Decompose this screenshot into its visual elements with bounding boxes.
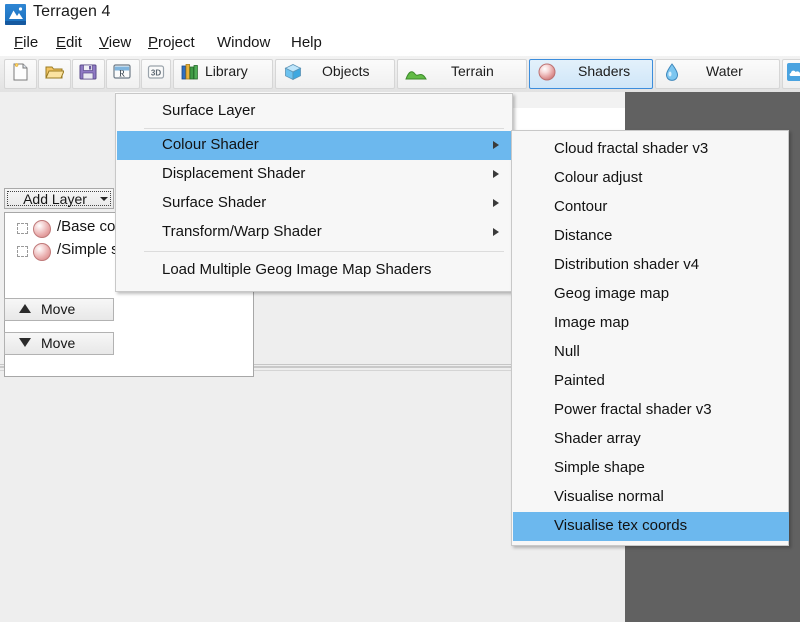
- arrow-down-icon: [19, 338, 31, 347]
- library-books-icon: [180, 62, 200, 87]
- menubar-item-help[interactable]: Help: [285, 33, 328, 53]
- terragen-mountain-icon: [5, 4, 26, 25]
- menu-item-label: Distribution shader v4: [554, 256, 700, 273]
- menubar-item-window[interactable]: Window: [211, 33, 276, 53]
- water-button-label: Water: [706, 63, 743, 79]
- menu-separator: [144, 251, 504, 252]
- menu-item-colour-shader[interactable]: Colour Shader: [117, 131, 513, 160]
- menu-item-power-fractal-shader-v3[interactable]: Power fractal shader v3: [513, 396, 789, 425]
- menu-item-simple-shape[interactable]: Simple shape: [513, 454, 789, 483]
- open-folder-icon: [44, 62, 65, 87]
- cube-icon: [283, 62, 303, 87]
- chevron-right-icon: [493, 199, 499, 207]
- render-r-icon: R: [112, 62, 133, 87]
- main-toolbar: R 3D Library Objects Terrain Shaders Wat…: [0, 56, 800, 93]
- chevron-right-icon: [493, 141, 499, 149]
- menu-item-label: Power fractal shader v3: [554, 401, 712, 418]
- menu-item-geog-image-map[interactable]: Geog image map: [513, 280, 789, 309]
- move-down-label: Move: [41, 335, 76, 351]
- menu-item-transform-warp-shader[interactable]: Transform/Warp Shader: [117, 218, 513, 247]
- menu-item-label: Colour adjust: [554, 169, 643, 186]
- menu-item-label: Transform/Warp Shader: [162, 223, 322, 240]
- sphere-icon: [537, 62, 557, 87]
- colour-shader-submenu: Cloud fractal shader v3 Colour adjust Co…: [511, 130, 789, 546]
- shaders-button-label: Shaders: [578, 63, 631, 79]
- menu-item-shader-array[interactable]: Shader array: [513, 425, 789, 454]
- menu-item-label: Colour Shader: [162, 136, 259, 153]
- library-button-label: Library: [205, 63, 248, 79]
- chevron-right-icon: [493, 170, 499, 178]
- floppy-save-icon: [78, 62, 98, 87]
- menu-item-label: Surface Shader: [162, 194, 267, 211]
- terrain-hill-icon: [405, 67, 427, 86]
- layer-checkbox[interactable]: [17, 223, 28, 234]
- menu-item-colour-adjust[interactable]: Colour adjust: [513, 164, 789, 193]
- menubar-item-view[interactable]: View: [93, 33, 137, 53]
- menu-item-label: Displacement Shader: [162, 165, 306, 182]
- menu-bar: File Edit View Project Window Help: [0, 29, 800, 56]
- menu-item-displacement-shader[interactable]: Displacement Shader: [117, 160, 513, 189]
- menu-item-cloud-fractal-shader-v3[interactable]: Cloud fractal shader v3: [513, 135, 789, 164]
- add-layer-button[interactable]: Add Layer: [4, 188, 114, 209]
- shader-layer-panel: /Base colours /Simple shape shader 01 Ad…: [0, 92, 254, 377]
- chevron-right-icon: [493, 228, 499, 236]
- menu-item-surface-layer[interactable]: Surface Layer: [117, 97, 513, 126]
- move-up-label: Move: [41, 301, 76, 317]
- menu-item-painted[interactable]: Painted: [513, 367, 789, 396]
- terrain-button-label: Terrain: [451, 63, 494, 79]
- menu-item-label: Contour: [554, 198, 608, 215]
- add-layer-context-menu: Surface Layer Colour Shader Displacement…: [115, 93, 513, 292]
- menu-item-image-map[interactable]: Image map: [513, 309, 789, 338]
- menubar-item-edit[interactable]: Edit: [50, 33, 88, 53]
- menu-item-label: Visualise tex coords: [554, 517, 688, 534]
- menu-item-distribution-shader-v4[interactable]: Distribution shader v4: [513, 251, 789, 280]
- menu-item-visualise-tex-coords[interactable]: Visualise tex coords: [513, 512, 789, 541]
- menu-item-label: Visualise normal: [554, 488, 664, 505]
- move-down-button[interactable]: Move: [4, 332, 114, 355]
- menu-item-label: Null: [554, 343, 580, 360]
- new-document-icon: [10, 62, 30, 87]
- menu-item-null[interactable]: Null: [513, 338, 789, 367]
- menu-item-label: Painted: [554, 372, 605, 389]
- menu-item-label: Geog image map: [554, 285, 670, 302]
- menu-item-label: Load Multiple Geog Image Map Shaders: [162, 261, 432, 278]
- arrow-up-icon: [19, 304, 31, 313]
- menu-item-label: Surface Layer: [162, 102, 256, 119]
- shader-sphere-icon: [33, 243, 51, 261]
- shader-sphere-icon: [33, 220, 51, 238]
- svg-text:R: R: [119, 69, 125, 79]
- objects-button-label: Objects: [322, 63, 370, 79]
- move-up-button[interactable]: Move: [4, 298, 114, 321]
- title-bar: Terragen 4: [0, 0, 800, 29]
- menubar-item-project[interactable]: Project: [142, 33, 201, 53]
- cloud-icon: [787, 62, 800, 87]
- add-layer-button-label: Add Layer: [23, 191, 87, 207]
- chevron-down-icon: [100, 197, 108, 201]
- panel-background-strip-upper: [513, 92, 625, 108]
- menu-item-contour[interactable]: Contour: [513, 193, 789, 222]
- menu-item-label: Image map: [554, 314, 630, 331]
- layer-checkbox[interactable]: [17, 246, 28, 257]
- menu-item-distance[interactable]: Distance: [513, 222, 789, 251]
- window-title: Terragen 4: [33, 3, 111, 20]
- menu-item-label: Distance: [554, 227, 613, 244]
- menu-item-load-multiple-geog-image-map-shaders[interactable]: Load Multiple Geog Image Map Shaders: [117, 256, 513, 285]
- svg-text:3D: 3D: [151, 69, 161, 78]
- menu-item-visualise-normal[interactable]: Visualise normal: [513, 483, 789, 512]
- 3d-view-icon: 3D: [146, 62, 166, 87]
- panel-background-strip-lower: [513, 108, 625, 130]
- water-drop-icon: [664, 62, 680, 87]
- menu-separator: [144, 128, 504, 129]
- menubar-item-file[interactable]: File: [8, 33, 44, 53]
- menu-item-label: Cloud fractal shader v3: [554, 140, 709, 157]
- menu-item-label: Simple shape: [554, 459, 645, 476]
- menu-item-surface-shader[interactable]: Surface Shader: [117, 189, 513, 218]
- menu-item-label: Shader array: [554, 430, 641, 447]
